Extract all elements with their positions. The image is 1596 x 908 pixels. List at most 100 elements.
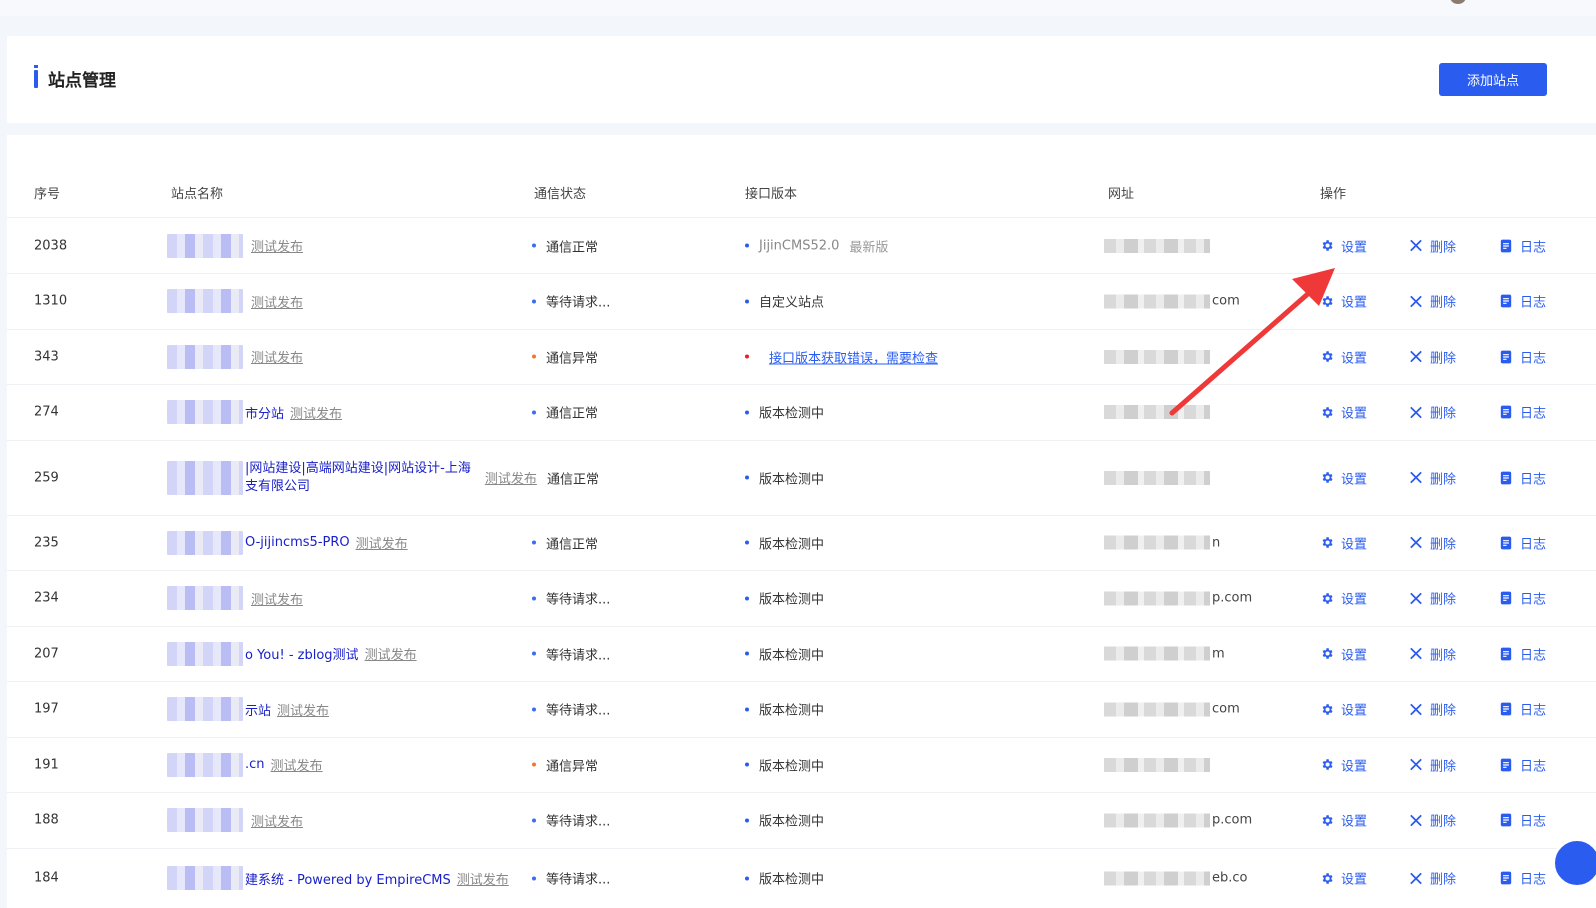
version-cell: 版本检测中 (745, 755, 824, 774)
log-button[interactable]: 日志 (1499, 811, 1546, 830)
version-error-link[interactable]: 接口版本获取错误，需要检查 (769, 347, 938, 366)
settings-label: 设置 (1341, 872, 1368, 888)
settings-button[interactable]: 设置 (1320, 755, 1367, 774)
log-button[interactable]: 日志 (1499, 533, 1546, 552)
site-name-cell: 测试发布 (167, 344, 303, 369)
url-cell[interactable] (1104, 349, 1212, 364)
site-id: 184 (34, 870, 59, 886)
table-row: 207 o You! - zblog测试 测试发布 等待请求... 版本检测中 m… (7, 626, 1596, 682)
status-dot (532, 299, 536, 303)
add-site-button[interactable]: 添加站点 (1439, 63, 1547, 96)
url-suffix: com (1212, 293, 1240, 309)
delete-button[interactable]: 删除 (1409, 869, 1456, 888)
url-cell[interactable] (1104, 238, 1212, 253)
delete-button[interactable]: 删除 (1409, 403, 1456, 422)
url-cell[interactable]: eb.co (1104, 871, 1247, 886)
site-name-link[interactable]: |网站建设|高端网站建设|网站设计-上海 (245, 460, 471, 478)
version-cell: 自定义站点 (745, 292, 824, 311)
test-publish-link[interactable]: 测试发布 (251, 292, 303, 311)
test-publish-link[interactable]: 测试发布 (271, 755, 323, 774)
delete-button[interactable]: 删除 (1409, 589, 1456, 608)
site-name-link[interactable]: 示站 (245, 700, 271, 719)
delete-button[interactable]: 删除 (1409, 292, 1456, 311)
log-button[interactable]: 日志 (1499, 347, 1546, 366)
delete-button[interactable]: 删除 (1409, 755, 1456, 774)
log-button[interactable]: 日志 (1499, 468, 1546, 487)
delete-button[interactable]: 删除 (1409, 533, 1456, 552)
log-button[interactable]: 日志 (1499, 589, 1546, 608)
site-name-link[interactable]: 市分站 (245, 403, 284, 422)
delete-button[interactable]: 删除 (1409, 700, 1456, 719)
header-status: 通信状态 (534, 187, 587, 202)
test-publish-link[interactable]: 测试发布 (485, 468, 537, 487)
delete-button[interactable]: 删除 (1409, 468, 1456, 487)
url-cell[interactable]: p.com (1104, 591, 1252, 606)
url-cell[interactable] (1104, 470, 1212, 485)
url-cell[interactable] (1104, 405, 1212, 419)
delete-button[interactable]: 删除 (1409, 644, 1456, 663)
log-button[interactable]: 日志 (1499, 403, 1546, 422)
settings-button[interactable]: 设置 (1320, 589, 1367, 608)
blurred-site-name (167, 233, 243, 258)
log-button[interactable]: 日志 (1499, 236, 1546, 255)
url-cell[interactable]: com (1104, 294, 1240, 309)
test-publish-link[interactable]: 测试发布 (457, 869, 509, 888)
delete-button[interactable]: 删除 (1409, 811, 1456, 830)
blurred-url (1104, 591, 1210, 605)
version-cell: 版本检测中 (745, 403, 824, 422)
site-name-link[interactable]: 建系统 - Powered by EmpireCMS (245, 869, 451, 888)
url-cell[interactable]: m (1104, 646, 1225, 661)
version-cell: 接口版本获取错误，需要检查 (745, 347, 938, 366)
settings-button[interactable]: 设置 (1320, 347, 1367, 366)
version-dot (745, 876, 749, 880)
delete-button[interactable]: 删除 (1409, 236, 1456, 255)
log-button[interactable]: 日志 (1499, 755, 1546, 774)
version-cell: 版本检测中 (745, 811, 824, 830)
settings-button[interactable]: 设置 (1320, 292, 1367, 311)
log-button[interactable]: 日志 (1499, 644, 1546, 663)
gear-icon (1320, 813, 1334, 827)
version-text: 版本检测中 (759, 472, 825, 487)
settings-button[interactable]: 设置 (1320, 468, 1367, 487)
gear-icon (1320, 758, 1334, 772)
test-publish-link[interactable]: 测试发布 (290, 403, 342, 422)
status-cell: 等待请求... (532, 811, 610, 830)
log-button[interactable]: 日志 (1499, 869, 1546, 888)
url-cell[interactable]: n (1104, 535, 1220, 550)
test-publish-link[interactable]: 测试发布 (251, 811, 303, 830)
status-dot (532, 243, 536, 248)
test-publish-link[interactable]: 测试发布 (365, 644, 417, 663)
settings-button[interactable]: 设置 (1320, 644, 1367, 663)
settings-button[interactable]: 设置 (1320, 533, 1367, 552)
settings-button[interactable]: 设置 (1320, 811, 1367, 830)
blurred-url (1104, 238, 1210, 253)
url-cell[interactable]: p.com (1104, 813, 1252, 828)
blurred-url (1104, 349, 1210, 364)
test-publish-link[interactable]: 测试发布 (277, 700, 329, 719)
site-name-cell: 测试发布 (167, 233, 303, 258)
test-publish-link[interactable]: 测试发布 (251, 236, 303, 255)
floating-help-button[interactable] (1552, 838, 1596, 888)
delete-button[interactable]: 删除 (1409, 347, 1456, 366)
site-name-link[interactable]: O-jijincms5-PRO (245, 535, 350, 550)
test-publish-link[interactable]: 测试发布 (251, 589, 303, 608)
site-name-link[interactable]: o You! - zblog测试 (245, 644, 359, 663)
blurred-site-name (167, 530, 243, 555)
log-label: 日志 (1520, 537, 1547, 552)
settings-button[interactable]: 设置 (1320, 236, 1367, 255)
status-dot (532, 762, 536, 767)
log-label: 日志 (1520, 295, 1547, 311)
settings-button[interactable]: 设置 (1320, 700, 1367, 719)
settings-button[interactable]: 设置 (1320, 403, 1367, 422)
url-cell[interactable] (1104, 757, 1212, 772)
test-publish-link[interactable]: 测试发布 (356, 533, 408, 552)
url-cell[interactable]: com (1104, 702, 1240, 717)
settings-button[interactable]: 设置 (1320, 869, 1367, 888)
site-name-link-line2[interactable]: 支有限公司 (245, 478, 471, 496)
test-publish-link[interactable]: 测试发布 (251, 347, 303, 366)
table-row: 274 市分站 测试发布 通信正常 版本检测中 设置 删除 日志 (7, 384, 1596, 441)
log-button[interactable]: 日志 (1499, 292, 1546, 311)
document-icon (1499, 238, 1513, 253)
site-name-link[interactable]: .cn (245, 757, 265, 772)
log-button[interactable]: 日志 (1499, 700, 1546, 719)
